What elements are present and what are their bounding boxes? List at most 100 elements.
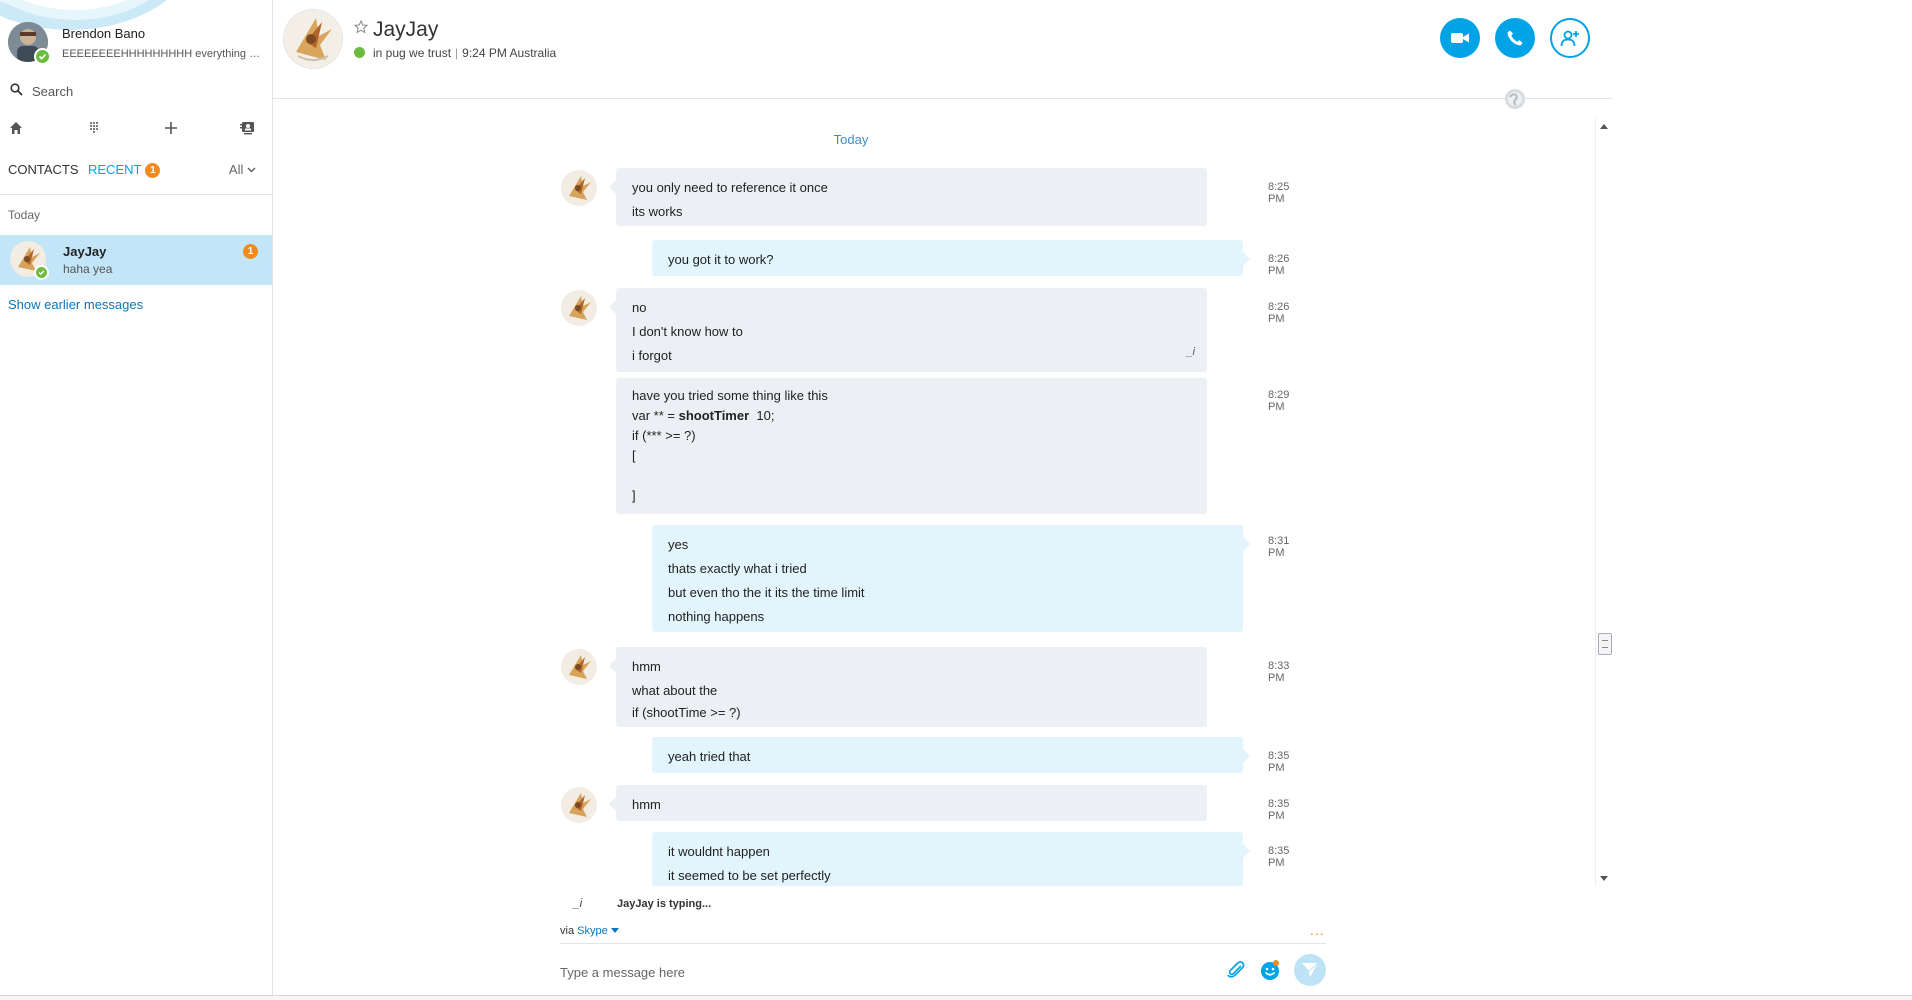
message-bubble[interactable]: hmm what about the if (shootTime >= ?) [609,647,1207,727]
add-person-icon [1560,30,1579,47]
conversation-scrollbar[interactable] [1595,118,1613,886]
chevron-down-icon [610,928,619,933]
message-text: nothing happens [668,609,765,624]
message-text: [ [632,448,636,463]
sender-avatar[interactable] [561,787,597,823]
search-box[interactable] [0,78,272,102]
message-text: no [632,300,647,315]
conversation-preview: haha yea [63,262,113,276]
bold-fragment: shootTimer [678,408,750,423]
message-bubble[interactable]: have you tried some thing like this var … [616,378,1207,514]
scroll-up-arrow-icon[interactable] [1600,124,1608,129]
search-input[interactable] [30,80,264,102]
more-options-button[interactable]: ... [1310,922,1325,938]
message-text: you only need to reference it once [632,180,828,195]
message-text: hmm [632,659,661,674]
message-timestamp: 8:35 PM [1268,845,1290,869]
message-text: you got it to work? [668,252,774,267]
message-bubble[interactable]: yeah tried that [652,737,1250,773]
send-button[interactable] [1294,954,1326,986]
presence-online-icon [354,47,365,58]
conversation-history[interactable]: Today you only need to reference it once… [273,118,1597,886]
message-timestamp: 8:25 PM [1268,181,1290,205]
message-text: but even tho the it its the time limit [668,585,865,600]
chevron-down-icon [247,167,256,173]
via-label: via [560,925,575,937]
message-timestamp: 8:29 PM [1268,389,1290,413]
dialpad-icon[interactable] [83,118,105,140]
message-timestamp: 8:35 PM [1268,798,1290,822]
tab-contacts[interactable]: CONTACTS [8,162,79,177]
show-earlier-messages-link[interactable]: Show earlier messages [8,297,143,312]
code-fragment: var ** = [632,408,679,423]
message-input[interactable] [558,960,1202,984]
sidebar: Brendon Bano EEEEEEEEHHHHHHHHH everythin… [0,0,273,995]
profile-mood[interactable]: EEEEEEEEHHHHHHHHH everything s... [62,48,262,60]
home-icon[interactable] [5,118,27,140]
emoticon-icon[interactable] [1259,959,1281,981]
service-skype[interactable]: Skype [577,925,608,937]
tab-recent-label: RECENT [88,162,142,177]
phone-icon [1507,30,1523,46]
message-text: it seemed to be set perfectly [668,868,831,883]
globe-icon[interactable] [1504,88,1526,110]
message-bubble[interactable]: yes thats exactly what i tried but even … [652,525,1250,632]
scroll-down-arrow-icon[interactable] [1600,876,1608,881]
message-bubble[interactable]: it wouldnt happen it seemed to be set pe… [652,832,1250,886]
sender-avatar[interactable] [561,170,597,206]
sidebar-tabs: CONTACTS RECENT 1 All [0,160,272,195]
message-text: yeah tried that [668,749,751,764]
message-bubble[interactable]: you got it to work? [652,240,1250,276]
message-text: hmm [632,797,661,812]
tab-recent[interactable]: RECENT 1 [88,162,161,178]
contact-avatar[interactable] [284,10,342,68]
message-text: I don't know how to [632,324,743,339]
message-text: if (shootTime >= ?) [632,705,741,720]
message-text: ] [632,488,636,503]
edited-pencil-icon: _i [1186,346,1195,358]
add-people-button[interactable] [1550,18,1590,58]
message-text: its works [632,204,683,219]
via-service-selector[interactable]: via Skype [560,925,619,937]
message-timestamp: 8:31 PM [1268,535,1290,559]
video-call-button[interactable] [1440,18,1480,58]
sender-avatar[interactable] [561,290,597,326]
sender-avatar[interactable] [561,649,597,685]
message-bubble[interactable]: you only need to reference it once its w… [609,168,1207,226]
message-text: thats exactly what i tried [668,561,807,576]
message-text: yes [668,537,689,552]
message-text: if (*** >= ?) [632,428,696,443]
search-icon [10,83,23,96]
date-divider-label: Today [833,132,869,147]
separator: | [455,46,459,60]
filter-dropdown[interactable]: All [229,162,256,177]
code-fragment: 10; [749,408,775,423]
message-bubble[interactable]: no I don't know how to i forgot _i [609,288,1207,372]
conversation-header: JayJay in pug we trust | 9:24 PM Australia [273,0,1612,109]
send-paper-plane-icon [1302,962,1319,977]
message-bubble[interactable]: hmm [609,785,1207,821]
message-text: i forgot [632,348,672,363]
video-camera-icon [1451,33,1469,43]
message-timestamp: 8:33 PM [1268,660,1290,684]
unread-badge: 1 [243,244,258,259]
sidebar-nav [0,118,272,140]
recent-conversation-jayjay[interactable]: JayJay haha yea 1 [0,235,272,285]
section-header-today: Today [8,208,41,222]
recent-count-badge: 1 [145,163,161,178]
profile-name: Brendon Bano [62,26,146,41]
plus-icon[interactable] [160,118,182,140]
message-timestamp: 8:26 PM [1268,301,1290,325]
compose-divider [560,943,1326,944]
profile-header[interactable]: Brendon Bano EEEEEEEEHHHHHHHHH everythin… [0,14,272,70]
scroll-thumb[interactable] [1598,633,1612,655]
message-text: have you tried some thing like this [632,388,828,403]
filter-label: All [228,162,244,177]
presence-online-icon [34,48,51,65]
contacts-book-icon[interactable] [236,118,258,140]
message-text: what about the [632,683,718,698]
audio-call-button[interactable] [1495,18,1535,58]
message-text: it wouldnt happen [668,844,770,859]
favorite-star-icon[interactable] [354,20,368,34]
paperclip-icon[interactable] [1226,960,1246,980]
